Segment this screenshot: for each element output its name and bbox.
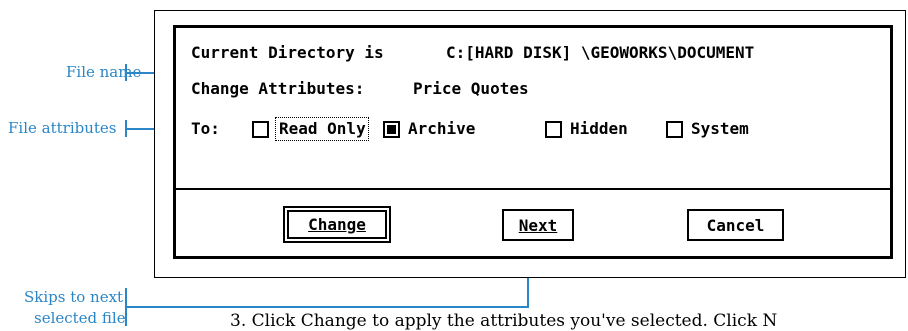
callout-skips-line1: Skips to next xyxy=(24,288,124,306)
cancel-button-label: Cancel xyxy=(706,215,765,235)
callout-line-skips-h xyxy=(125,306,529,308)
file-name: Price Quotes xyxy=(413,79,529,98)
dialog-divider xyxy=(173,188,893,190)
system-label[interactable]: System xyxy=(691,120,749,138)
instruction-text: 3. Click Change to apply the attributes … xyxy=(230,311,778,331)
directory-label: Current Directory is xyxy=(191,43,384,62)
read-only-checkbox[interactable] xyxy=(252,121,269,138)
directory-path: C:[HARD DISK] \GEOWORKS\DOCUMENT xyxy=(446,43,755,62)
change-button[interactable]: Change xyxy=(283,206,391,243)
cancel-button[interactable]: Cancel xyxy=(687,209,784,241)
next-button-label: Next xyxy=(518,215,558,235)
callout-file-attributes: File attributes xyxy=(8,119,117,137)
system-checkbox[interactable] xyxy=(666,121,683,138)
hidden-label[interactable]: Hidden xyxy=(570,120,628,138)
next-button[interactable]: Next xyxy=(502,209,574,241)
callout-skips-line2: selected file xyxy=(34,309,126,327)
change-attributes-label: Change Attributes: xyxy=(191,79,365,98)
to-label: To: xyxy=(191,119,220,138)
read-only-label[interactable]: Read Only xyxy=(279,120,366,138)
hidden-checkbox[interactable] xyxy=(545,121,562,138)
archive-label[interactable]: Archive xyxy=(408,120,475,138)
archive-checkbox[interactable] xyxy=(383,121,400,138)
change-button-label: Change xyxy=(308,215,366,234)
